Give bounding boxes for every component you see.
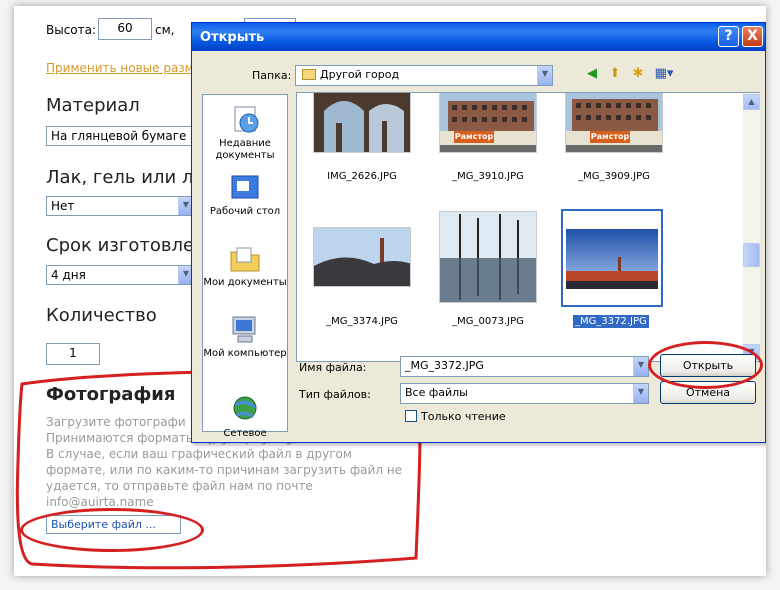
filename-input-value: _MG_3372.JPG [405,359,484,372]
open-button-highlight [648,341,763,389]
place-label: Недавние документы [215,138,275,161]
place-my-computer[interactable]: Мой компьютер [203,315,287,360]
place-network[interactable]: Сетевое [203,395,287,440]
height-unit: см, [155,23,175,37]
place-label: Мой компьютер [203,348,287,359]
file-thumbnail[interactable] [313,227,411,287]
folder-icon [302,69,316,80]
term-heading: Срок изготовле [46,235,195,256]
places-bar: Недавние документы Рабочий стол Мои доку… [202,94,288,439]
readonly-label: Только чтение [421,410,506,423]
thumbnail-sign: Рамстор [454,131,494,143]
help-button[interactable]: ? [718,26,739,47]
readonly-checkbox[interactable] [405,410,417,422]
filename-input[interactable]: _MG_3372.JPG ▼ [400,356,649,377]
vertical-scrollbar[interactable]: ▲ ▼ [743,93,760,361]
scroll-thumb[interactable] [743,243,760,267]
place-label: Сетевое [223,428,267,439]
filename-label: Имя файла: [299,361,367,374]
lacquer-select-value: Нет [51,199,75,213]
my-documents-icon [229,244,261,274]
file-thumbnail[interactable]: Рамстор [439,93,537,153]
place-desktop[interactable]: Рабочий стол [203,173,287,218]
file-name[interactable]: _MG_3910.JPG [423,171,553,182]
chevron-down-icon: ▼ [633,384,648,403]
term-select[interactable]: 4 дня ▼ [46,265,194,285]
thumbnail-sign: Рамстор [590,131,630,143]
up-folder-icon[interactable]: ⬆ [606,65,624,83]
filetype-label: Тип файлов: [299,388,371,401]
dialog-titlebar[interactable]: Открыть [192,23,765,51]
page-frame: Высота: 60 см, Применить новые разме Мат… [14,6,766,576]
scroll-up-icon[interactable]: ▲ [743,94,760,110]
network-icon [229,395,261,425]
desktop-icon [229,173,261,203]
apply-size-link[interactable]: Применить новые разме [46,61,201,75]
file-thumbnail[interactable] [313,93,411,153]
lacquer-select[interactable]: Нет ▼ [46,196,194,216]
place-label: Рабочий стол [209,206,281,217]
quantity-input[interactable]: 1 [46,343,100,365]
filetype-select-value: Все файлы [405,386,468,399]
my-computer-icon [229,315,261,345]
selected-file-frame[interactable] [561,209,663,307]
folder-label: Папка: [252,69,292,82]
close-button[interactable]: X [742,26,763,47]
height-input[interactable]: 60 [98,18,152,40]
selected-file-name[interactable]: _MG_3372.JPG [573,315,649,328]
filetype-select[interactable]: Все файлы ▼ [400,383,649,404]
file-thumbnail[interactable]: Рамстор [565,93,663,153]
recent-documents-icon [229,105,261,135]
material-select-value: На глянцевой бумаге [51,129,187,143]
choose-file-highlight [20,508,204,552]
file-name[interactable]: _MG_3909.JPG [549,171,679,182]
place-recent-documents[interactable]: Недавние документы [203,105,287,162]
dialog-title: Открыть [200,30,265,45]
file-list[interactable]: Рамстор Рамстор IMG_2626.JPG _MG_3910.JP… [296,92,760,362]
file-name[interactable]: _MG_0073.JPG [423,316,553,327]
quantity-heading: Количество [46,305,157,326]
place-label: Мои документы [203,277,287,288]
lacquer-heading: Лак, гель или л [46,167,194,188]
file-thumbnail[interactable] [439,211,537,303]
folder-select[interactable]: Другой город ▼ [295,65,553,86]
new-folder-icon[interactable]: ✱ [629,65,647,83]
file-name[interactable]: IMG_2626.JPG [297,171,427,182]
back-icon[interactable]: ◀ [583,65,601,83]
folder-select-value: Другой город [320,68,400,81]
view-menu-icon[interactable]: ▦▾ [652,65,676,83]
file-name[interactable]: _MG_3374.JPG [297,316,427,327]
height-label: Высота: [46,23,97,37]
term-select-value: 4 дня [51,268,86,282]
material-heading: Материал [46,95,140,116]
place-my-documents[interactable]: Мои документы [203,244,287,289]
file-thumbnail [566,229,658,289]
material-select[interactable]: На глянцевой бумаге [46,126,196,146]
chevron-down-icon: ▼ [633,357,648,376]
open-file-dialog: Открыть ? X Папка: Другой город ▼ ◀ ⬆ ✱ … [191,22,766,443]
chevron-down-icon: ▼ [537,66,552,85]
